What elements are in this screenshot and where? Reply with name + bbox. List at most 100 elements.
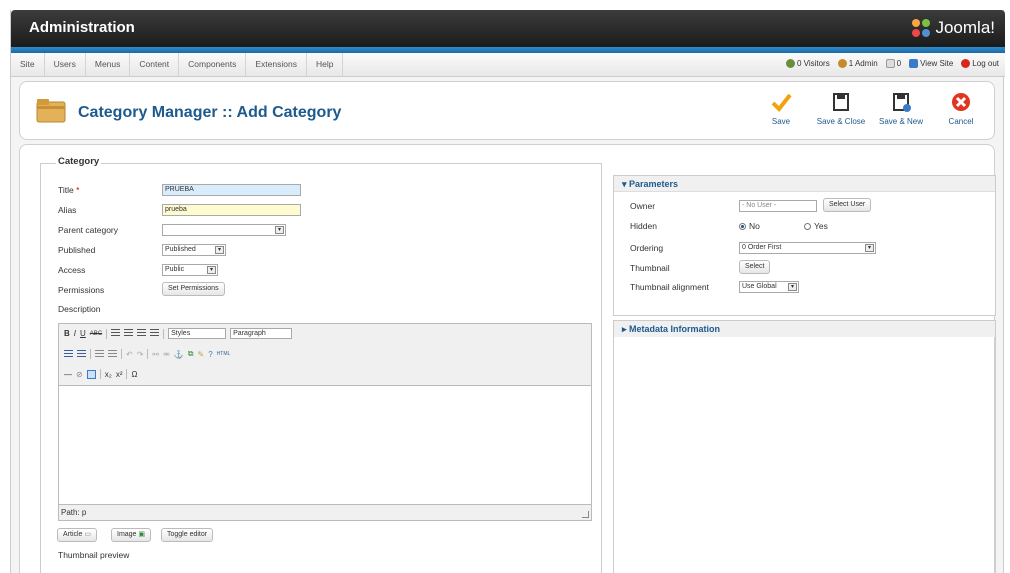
remove-format-icon[interactable]: ⊘: [76, 370, 83, 379]
thumbnail-alignment-select[interactable]: Use Global ▾: [739, 281, 799, 293]
toolbar-box: Category Manager :: Add Category Save Sa…: [19, 81, 995, 140]
alias-input[interactable]: prueba: [162, 204, 301, 216]
published-select[interactable]: Published ▾: [162, 244, 226, 256]
mail-icon: [885, 59, 895, 68]
access-label: Access: [58, 265, 86, 275]
save-new-button[interactable]: Save & New: [876, 91, 926, 126]
menu-content[interactable]: Content: [130, 53, 180, 76]
unlink-icon[interactable]: ⚮: [163, 350, 170, 359]
article-icon: ▭: [84, 531, 92, 538]
save-button[interactable]: Save: [756, 91, 806, 126]
ordering-label: Ordering: [630, 243, 664, 253]
toolbar-separator: [163, 328, 165, 339]
image-button[interactable]: Image ▣: [111, 528, 152, 542]
ordering-select[interactable]: 0 Order First ▾: [739, 242, 876, 254]
category-legend: Category: [56, 156, 102, 167]
hidden-label: Hidden: [630, 221, 657, 231]
set-permissions-button[interactable]: Set Permissions: [162, 282, 225, 296]
editor-path: Path: p: [61, 508, 87, 517]
thumbnail-select-button[interactable]: Select: [739, 260, 771, 274]
link-icon[interactable]: ⚯: [152, 350, 159, 359]
subscript-icon[interactable]: x₂: [105, 370, 112, 379]
metadata-heading[interactable]: ▸ Metadata Information: [614, 321, 995, 337]
toolbar-separator: [126, 369, 128, 379]
published-label: Published: [58, 245, 96, 255]
chevron-down-icon: ▾: [207, 266, 216, 274]
visual-aid-icon[interactable]: [86, 369, 96, 379]
radio-selected-icon: [739, 223, 746, 231]
cancel-button[interactable]: Cancel: [936, 91, 986, 126]
anchor-icon[interactable]: ⚓: [174, 350, 184, 359]
chevron-down-icon: ▾: [865, 244, 874, 252]
top-header: Administration Joomla!: [11, 10, 1005, 47]
align-justify-icon[interactable]: [150, 329, 160, 338]
html-source-icon[interactable]: HTML: [217, 351, 231, 357]
description-editor: B I U ABC Styles Paragraph ↶ ↷ ⚯ ⚮ ⚓ ⧉ ✎…: [58, 323, 592, 521]
logout-icon: [961, 59, 971, 68]
admin-status: 1 Admin: [837, 59, 878, 68]
view-site-link[interactable]: View Site: [909, 59, 953, 68]
save-new-icon: [893, 93, 911, 112]
paragraph-select[interactable]: Paragraph: [230, 328, 293, 339]
toolbar-buttons: Save Save & Close Save & New Cancel: [756, 91, 986, 126]
strikethrough-icon[interactable]: ABC: [90, 331, 102, 337]
required-mark: *: [76, 185, 80, 195]
styles-select[interactable]: Styles: [168, 328, 227, 339]
toolbar-separator: [99, 369, 101, 379]
horizontal-rule-icon[interactable]: —: [64, 370, 72, 379]
toolbar-separator: [121, 349, 122, 359]
redo-icon[interactable]: ↷: [137, 350, 144, 359]
admin-icon: [837, 59, 847, 68]
article-button[interactable]: Article ▭: [57, 528, 98, 542]
save-icon: [833, 93, 849, 111]
numbered-list-icon[interactable]: [77, 349, 86, 359]
parent-category-select[interactable]: ▾: [162, 224, 286, 236]
thumbnail-preview-label: Thumbnail preview: [58, 550, 130, 560]
underline-icon[interactable]: U: [80, 329, 86, 338]
joomla-logo-icon: [912, 19, 931, 37]
bold-icon[interactable]: B: [64, 329, 70, 338]
align-left-icon[interactable]: [111, 329, 121, 338]
logout-link[interactable]: Log out: [961, 59, 999, 68]
menu-components[interactable]: Components: [179, 53, 247, 76]
indent-icon[interactable]: [108, 349, 117, 359]
image-icon: ▣: [138, 531, 146, 538]
hidden-no-radio[interactable]: No: [739, 221, 760, 231]
access-select[interactable]: Public ▾: [162, 264, 218, 276]
image-insert-icon[interactable]: ⧉: [188, 349, 194, 359]
menu-help[interactable]: Help: [307, 53, 344, 76]
save-close-button[interactable]: Save & Close: [816, 91, 866, 126]
undo-icon[interactable]: ↶: [126, 350, 133, 359]
toolbar-separator: [106, 328, 108, 339]
align-right-icon[interactable]: [137, 329, 147, 338]
thumbnail-alignment-label: Thumbnail alignment: [630, 282, 709, 292]
toggle-editor-button[interactable]: Toggle editor: [161, 528, 214, 542]
menu-site[interactable]: Site: [11, 53, 45, 76]
cancel-icon: [952, 93, 970, 111]
select-user-button[interactable]: Select User: [823, 198, 872, 212]
superscript-icon[interactable]: x²: [116, 370, 123, 379]
main-content: Category Title * PRUEBA Alias prueba Par…: [19, 144, 996, 573]
menu-menus[interactable]: Menus: [86, 53, 131, 76]
align-center-icon[interactable]: [124, 329, 134, 338]
help-icon[interactable]: ?: [208, 350, 212, 359]
main-menu-bar: Site Users Menus Content Components Exte…: [11, 53, 1005, 77]
cleanup-icon[interactable]: ✎: [198, 350, 205, 359]
permissions-label: Permissions: [58, 285, 105, 295]
menu-extensions[interactable]: Extensions: [246, 53, 307, 76]
chevron-down-icon: ▾: [275, 226, 284, 234]
italic-icon[interactable]: I: [74, 329, 76, 338]
outdent-icon[interactable]: [95, 349, 104, 359]
admin-window: Administration Joomla! Site Users Menus …: [10, 10, 1005, 573]
parameters-heading[interactable]: ▾ Parameters: [614, 176, 995, 192]
editor-text-area[interactable]: [59, 385, 591, 505]
bullet-list-icon[interactable]: [64, 349, 73, 359]
hidden-yes-radio[interactable]: Yes: [804, 221, 828, 231]
special-char-icon[interactable]: Ω: [131, 370, 137, 379]
editor-toolbar-row-2: ↶ ↷ ⚯ ⚮ ⚓ ⧉ ✎ ? HTML: [59, 349, 230, 359]
messages-status[interactable]: 0: [885, 59, 901, 68]
resize-grip-icon[interactable]: [582, 511, 589, 518]
menu-users[interactable]: Users: [45, 53, 86, 76]
parameters-panel: ▾ Parameters Owner - No User - Select Us…: [613, 175, 996, 316]
title-input[interactable]: PRUEBA: [162, 184, 301, 196]
